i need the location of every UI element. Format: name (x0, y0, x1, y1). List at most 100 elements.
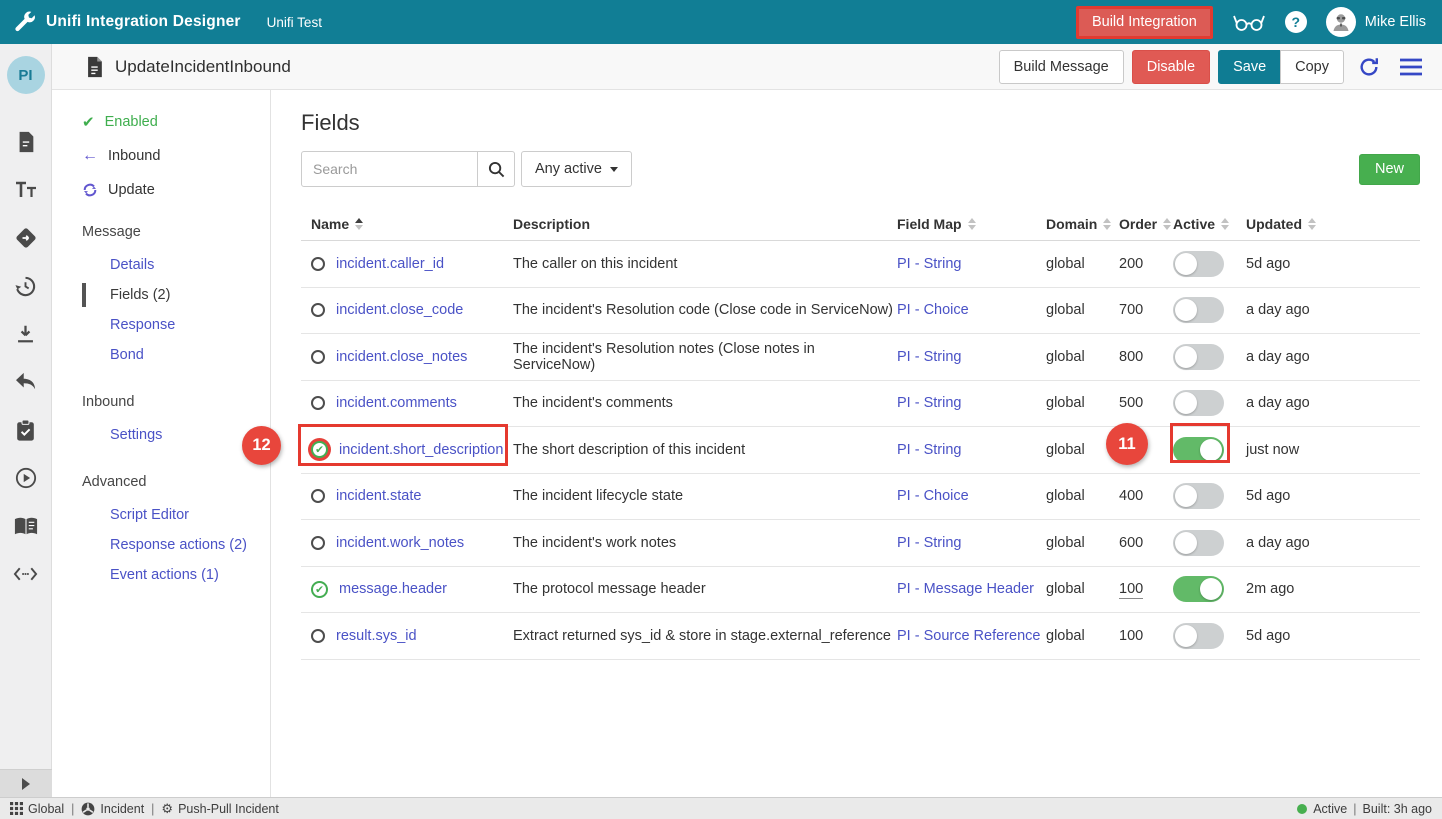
run-icon[interactable] (0, 454, 52, 502)
documentation-icon[interactable] (0, 502, 52, 550)
field-map-link[interactable]: PI - Choice (897, 302, 969, 318)
active-toggle[interactable] (1173, 623, 1224, 649)
column-header-updated[interactable]: Updated (1246, 216, 1420, 232)
column-header-order[interactable]: Order (1119, 216, 1173, 232)
search-button[interactable] (478, 151, 515, 187)
active-filter-dropdown[interactable]: Any active (521, 151, 632, 187)
active-toggle[interactable] (1173, 576, 1224, 602)
updated-cell: a day ago (1246, 535, 1420, 551)
nav-status-inbound[interactable]: ←Inbound (82, 146, 270, 166)
field-name-link[interactable]: message.header (339, 581, 447, 597)
active-toggle[interactable] (1173, 483, 1224, 509)
integration-avatar[interactable]: PI (7, 56, 45, 94)
save-button[interactable]: Save (1218, 50, 1281, 84)
build-integration-button[interactable]: Build Integration (1076, 6, 1213, 39)
copy-button[interactable]: Copy (1280, 50, 1344, 84)
sidebar-collapse-button[interactable] (0, 769, 52, 797)
column-header-field-map[interactable]: Field Map (897, 216, 1046, 232)
nav-status-update[interactable]: Update (82, 180, 270, 200)
column-header-active[interactable]: Active (1173, 216, 1246, 232)
preview-glasses-icon[interactable] (1232, 11, 1266, 33)
field-name-link[interactable]: result.sys_id (336, 628, 417, 644)
field-map-link[interactable]: PI - String (897, 256, 961, 272)
order-value: 800 (1119, 349, 1143, 365)
order-value: 500 (1119, 395, 1143, 411)
field-inactive-circle-icon (311, 257, 325, 271)
order-cell: 700 (1119, 302, 1173, 318)
active-toggle[interactable] (1173, 530, 1224, 556)
field-map-link[interactable]: PI - Choice (897, 488, 969, 504)
field-name-link[interactable]: incident.short_description (339, 442, 503, 458)
name-cell: incident.close_notes (301, 349, 513, 365)
active-toggle[interactable] (1173, 297, 1224, 323)
sort-carets-icon (1221, 218, 1229, 230)
field-name-link[interactable]: incident.caller_id (336, 256, 444, 272)
field-name-link[interactable]: incident.comments (336, 395, 457, 411)
field-name-link[interactable]: incident.work_notes (336, 535, 464, 551)
wrench-icon (13, 10, 37, 34)
nav-status-enabled[interactable]: ✔Enabled (82, 112, 270, 132)
process-switch[interactable]: ⚙ Push-Pull Incident (161, 801, 278, 817)
nav-item-event-actions-1[interactable]: Event actions (1) (82, 560, 270, 590)
column-label: Field Map (897, 216, 962, 232)
column-header-domain[interactable]: Domain (1046, 216, 1119, 232)
active-toggle[interactable] (1173, 390, 1224, 416)
description-cell: The incident's comments (513, 395, 897, 411)
user-avatar-icon (1326, 7, 1356, 37)
field-map-link[interactable]: PI - String (897, 395, 961, 411)
updated-cell: 5d ago (1246, 628, 1420, 644)
active-toggle[interactable] (1173, 251, 1224, 277)
field-name-link[interactable]: incident.close_notes (336, 349, 467, 365)
field-inactive-circle-icon (311, 350, 325, 364)
name-cell: incident.close_code (301, 302, 513, 318)
field-maps-icon[interactable] (0, 214, 52, 262)
order-cell: 400 (1119, 488, 1173, 504)
built-time: Built: 3h ago (1363, 802, 1433, 816)
messages-icon[interactable] (0, 118, 52, 166)
help-icon[interactable]: ? (1285, 11, 1307, 33)
scope-switch[interactable]: Global (10, 802, 64, 816)
reply-icon[interactable] (0, 358, 52, 406)
nav-item-details[interactable]: Details (82, 250, 270, 280)
name-cell: incident.caller_id (301, 256, 513, 272)
table-row: incident.stateThe incident lifecycle sta… (301, 474, 1420, 521)
code-icon[interactable] (0, 550, 52, 598)
field-map-link[interactable]: PI - String (897, 442, 961, 458)
toggle-knob (1175, 299, 1197, 321)
field-map-link[interactable]: PI - Message Header (897, 581, 1034, 597)
field-map-link[interactable]: PI - Source Reference (897, 628, 1040, 644)
order-value[interactable]: 100 (1119, 581, 1143, 599)
build-message-button[interactable]: Build Message (999, 50, 1124, 84)
menu-hamburger-icon[interactable] (1394, 50, 1428, 84)
nav-item-fields-2[interactable]: Fields (2) (82, 280, 270, 310)
field-name-link[interactable]: incident.close_code (336, 302, 463, 318)
tasks-icon[interactable] (0, 406, 52, 454)
field-map-link[interactable]: PI - String (897, 349, 961, 365)
active-cell (1173, 623, 1246, 649)
fields-text-icon[interactable] (0, 166, 52, 214)
field-map-cell: PI - String (897, 442, 1046, 458)
nav-item-response-actions-2[interactable]: Response actions (2) (82, 530, 270, 560)
active-toggle[interactable] (1173, 344, 1224, 370)
active-toggle[interactable] (1173, 437, 1224, 463)
download-icon[interactable] (0, 310, 52, 358)
field-map-link[interactable]: PI - String (897, 535, 961, 551)
field-name-link[interactable]: incident.state (336, 488, 421, 504)
history-icon[interactable] (0, 262, 52, 310)
user-menu[interactable]: Mike Ellis (1326, 7, 1426, 37)
nav-item-settings[interactable]: Settings (82, 420, 270, 450)
updated-cell: a day ago (1246, 302, 1420, 318)
active-cell (1173, 344, 1246, 370)
toggle-knob (1175, 485, 1197, 507)
sort-carets-icon (968, 218, 976, 230)
new-field-button[interactable]: New (1359, 154, 1420, 185)
refresh-icon[interactable] (1352, 50, 1386, 84)
nav-item-bond[interactable]: Bond (82, 340, 270, 370)
table-switch[interactable]: Incident (81, 802, 144, 816)
nav-item-script-editor[interactable]: Script Editor (82, 500, 270, 530)
column-header-name[interactable]: Name (301, 216, 513, 232)
nav-item-response[interactable]: Response (82, 310, 270, 340)
disable-button[interactable]: Disable (1132, 50, 1210, 84)
field-map-cell: PI - Choice (897, 488, 1046, 504)
search-input[interactable] (301, 151, 478, 187)
